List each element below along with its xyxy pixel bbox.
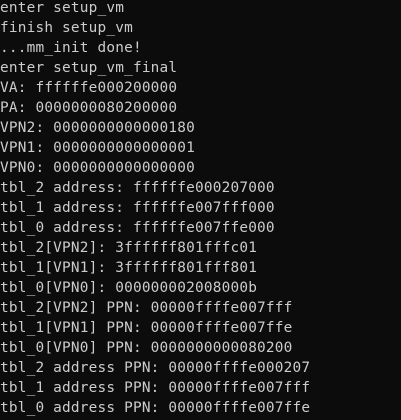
output-line: enter setup_vm bbox=[0, 0, 125, 16]
output-line: VPN0: 0000000000000000 bbox=[0, 160, 196, 176]
output-line: tbl_2 address: ffffffe000207000 bbox=[0, 180, 275, 196]
output-line: tbl_1 address: ffffffe007fff000 bbox=[0, 200, 275, 216]
output-line: ...mm_init done! bbox=[0, 40, 142, 56]
output-line: tbl_2[VPN2] PPN: 00000ffffe007fff bbox=[0, 300, 293, 316]
output-line: tbl_1[VPN1]: 3ffffff801fff801 bbox=[0, 260, 258, 276]
output-line: tbl_0 address: ffffffe007ffe000 bbox=[0, 220, 275, 236]
output-line: tbl_0 address PPN: 00000ffffe007ffe bbox=[0, 400, 311, 416]
output-line: VA: ffffffe000200000 bbox=[0, 80, 178, 96]
output-line: tbl_0[VPN0] PPN: 0000000000080200 bbox=[0, 340, 293, 356]
output-line: VPN2: 0000000000000180 bbox=[0, 120, 196, 136]
output-line: tbl_2[VPN2]: 3ffffff801fffc01 bbox=[0, 240, 258, 256]
output-line: finish setup_vm bbox=[0, 20, 133, 36]
output-line: tbl_1[VPN1] PPN: 00000ffffe007ffe bbox=[0, 320, 293, 336]
output-line: VPN1: 0000000000000001 bbox=[0, 140, 196, 156]
output-line: tbl_2 address PPN: 00000ffffe000207 bbox=[0, 360, 311, 376]
terminal-output[interactable]: enter setup_vm finish setup_vm ...mm_ini… bbox=[0, 0, 401, 420]
output-line: PA: 0000000080200000 bbox=[0, 100, 178, 116]
output-line: enter setup_vm_final bbox=[0, 60, 178, 76]
output-line: tbl_1 address PPN: 00000ffffe007fff bbox=[0, 380, 311, 396]
output-line: tbl_0[VPN0]: 000000002008000b bbox=[0, 280, 258, 296]
